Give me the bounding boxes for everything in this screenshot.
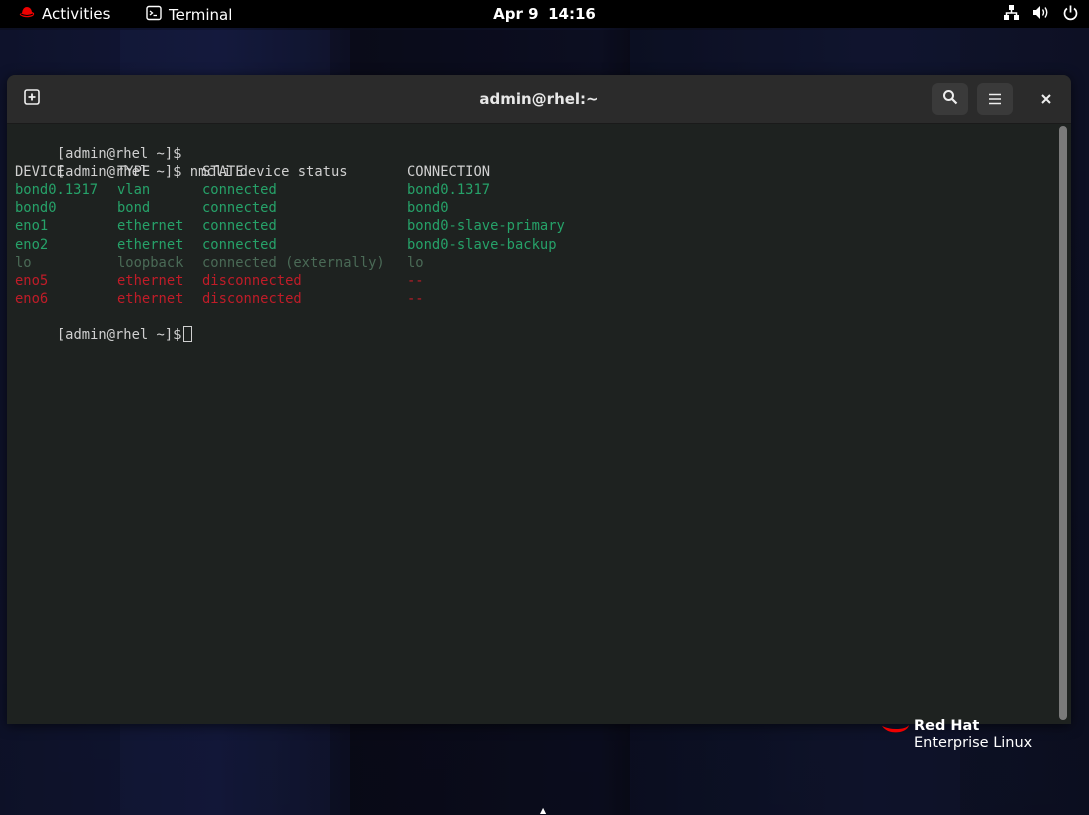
row-type: ethernet — [117, 272, 184, 289]
row-type: ethernet — [117, 236, 184, 253]
row-device: bond0.1317 — [15, 182, 99, 199]
close-icon — [1040, 90, 1052, 109]
terminal-line: [admin@rhel ~]$ — [7, 127, 1057, 162]
row-device: eno6 — [15, 290, 49, 307]
terminal-line: [admin@rhel ~]$ nmcli device status — [7, 145, 1057, 180]
row-state: connected — [202, 236, 277, 253]
table-row: bond0 bond connected bond0 — [7, 199, 1057, 217]
brand-line1: Red Hat — [914, 718, 980, 734]
table-header-row: DEVICE TYPE STATE CONNECTION — [7, 163, 1057, 181]
row-state: connected — [202, 182, 277, 199]
top-bar: Activities Terminal Apr 9 14:16 — [0, 0, 1089, 28]
table-row: lo loopback connected (externally) lo — [7, 254, 1057, 272]
row-device: bond0 — [15, 200, 57, 217]
shell-prompt: [admin@rhel ~]$ — [56, 327, 182, 344]
header-device: DEVICE — [15, 164, 65, 181]
header-type: TYPE — [117, 164, 151, 181]
row-type: loopback — [117, 254, 184, 271]
row-connection: -- — [407, 290, 424, 307]
row-connection: bond0-slave-primary — [407, 218, 565, 235]
window-header-bar: admin@rhel:~ — [7, 75, 1071, 124]
table-row: eno2 ethernet connected bond0-slave-back… — [7, 236, 1057, 254]
network-icon[interactable] — [1003, 4, 1020, 25]
row-state: disconnected — [202, 290, 302, 307]
row-state: connected — [202, 218, 277, 235]
hamburger-menu-icon — [988, 90, 1002, 109]
terminal-output[interactable]: [admin@rhel ~]$ [admin@rhel ~]$ nmcli de… — [7, 124, 1057, 724]
bottom-indicator-icon: ▲ — [540, 806, 547, 815]
row-state: disconnected — [202, 272, 302, 289]
redhat-brand-logo-icon — [880, 722, 910, 743]
row-state: connected — [202, 200, 277, 217]
table-row: bond0.1317 vlan connected bond0.1317 — [7, 181, 1057, 199]
header-connection: CONNECTION — [407, 164, 491, 181]
row-device: eno5 — [15, 272, 49, 289]
row-connection: bond0 — [407, 200, 449, 217]
row-type: ethernet — [117, 290, 184, 307]
terminal-scrollbar[interactable] — [1059, 126, 1067, 720]
clock-time: 14:16 — [548, 5, 596, 23]
search-icon — [942, 89, 958, 109]
header-state: STATE — [202, 164, 244, 181]
row-type: bond — [117, 200, 151, 217]
row-type: vlan — [117, 182, 151, 199]
table-row: eno5 ethernet disconnected -- — [7, 272, 1057, 290]
row-connection: -- — [407, 272, 424, 289]
row-state: connected (externally) — [202, 254, 385, 271]
terminal-window: admin@rhel:~ [admin@rhel ~]$ [admin@rhel… — [7, 75, 1071, 724]
row-type: ethernet — [117, 218, 184, 235]
row-device: eno1 — [15, 218, 49, 235]
terminal-line: [admin@rhel ~]$ — [7, 308, 1057, 343]
clock-date: Apr 9 — [493, 5, 539, 23]
row-device: eno2 — [15, 236, 49, 253]
power-icon[interactable] — [1062, 4, 1079, 25]
main-menu-button[interactable] — [977, 83, 1013, 115]
brand-line2: Enterprise Linux — [914, 735, 1033, 751]
row-device: lo — [15, 254, 32, 271]
text-cursor — [183, 326, 193, 343]
table-row: eno6 ethernet disconnected -- — [7, 290, 1057, 308]
close-button[interactable] — [1028, 83, 1064, 115]
window-title: admin@rhel:~ — [479, 90, 599, 108]
system-tray[interactable] — [1003, 4, 1079, 25]
row-connection: bond0-slave-backup — [407, 236, 557, 253]
volume-icon[interactable] — [1032, 4, 1050, 25]
table-row: eno1 ethernet connected bond0-slave-prim… — [7, 217, 1057, 235]
row-connection: lo — [407, 254, 424, 271]
search-button[interactable] — [932, 83, 968, 115]
row-connection: bond0.1317 — [407, 182, 491, 199]
clock-button[interactable]: Apr 9 14:16 — [0, 5, 1089, 23]
